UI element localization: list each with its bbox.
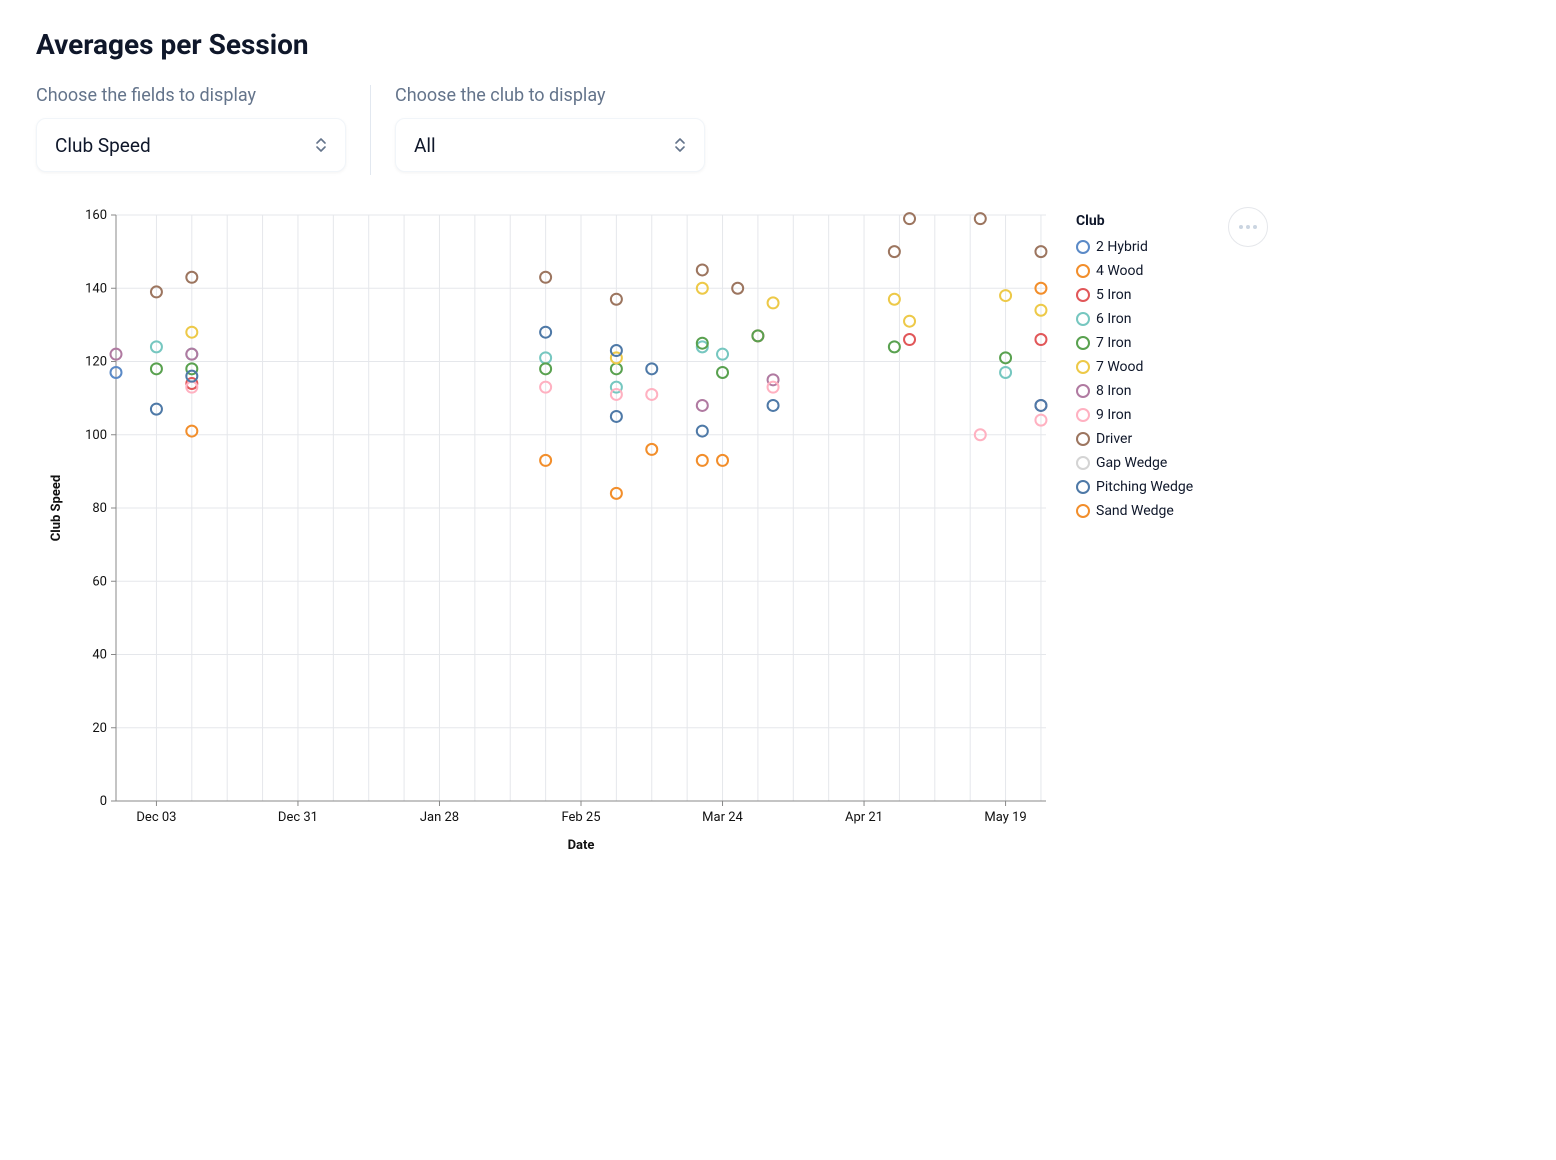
- svg-text:120: 120: [85, 355, 107, 370]
- legend-item-label: Gap Wedge: [1096, 455, 1167, 471]
- legend-swatch: [1076, 336, 1090, 350]
- svg-text:160: 160: [85, 208, 107, 223]
- legend-item-label: Sand Wedge: [1096, 503, 1174, 519]
- legend-item-label: 8 Iron: [1096, 383, 1131, 399]
- data-point: [768, 382, 779, 393]
- chart-menu-button[interactable]: [1228, 207, 1268, 247]
- svg-text:May 19: May 19: [984, 810, 1026, 825]
- svg-text:0: 0: [100, 794, 107, 809]
- data-point: [889, 294, 900, 305]
- scatter-plot: 0 20 40 60 80 100 120 140 160 Dec 03 Dec 31 Jan 28 F…: [36, 207, 1056, 857]
- legend-swatch: [1076, 264, 1090, 278]
- data-point: [768, 297, 779, 308]
- legend-swatch: [1076, 240, 1090, 254]
- plot-area: 0 20 40 60 80 100 120 140 160 Dec 03 Dec 31 Jan 28 F…: [36, 207, 1056, 857]
- legend-item[interactable]: Gap Wedge: [1076, 451, 1193, 475]
- data-point: [904, 334, 915, 345]
- data-point: [697, 455, 708, 466]
- svg-text:Feb 25: Feb 25: [561, 810, 600, 825]
- fields-control-label: Choose the fields to display: [36, 85, 346, 106]
- chevron-updown-icon: [674, 137, 686, 153]
- svg-text:100: 100: [85, 428, 107, 443]
- svg-text:Apr 21: Apr 21: [845, 810, 883, 825]
- legend-item[interactable]: 7 Wood: [1076, 355, 1193, 379]
- legend-item[interactable]: 5 Iron: [1076, 283, 1193, 307]
- data-point: [889, 341, 900, 352]
- legend-swatch: [1076, 480, 1090, 494]
- legend-item-label: 9 Iron: [1096, 407, 1131, 423]
- svg-text:Mar 24: Mar 24: [702, 810, 743, 825]
- svg-text:Jan 28: Jan 28: [420, 810, 459, 825]
- legend-item[interactable]: 6 Iron: [1076, 307, 1193, 331]
- legend-item[interactable]: 9 Iron: [1076, 403, 1193, 427]
- legend-item-label: 7 Iron: [1096, 335, 1131, 351]
- ellipsis-icon: [1239, 225, 1257, 229]
- legend-swatch: [1076, 408, 1090, 422]
- chevron-updown-icon: [315, 137, 327, 153]
- legend-swatch: [1076, 312, 1090, 326]
- legend-item[interactable]: 2 Hybrid: [1076, 235, 1193, 259]
- legend-swatch: [1076, 288, 1090, 302]
- legend-item[interactable]: Pitching Wedge: [1076, 475, 1193, 499]
- data-point: [768, 400, 779, 411]
- card: Averages per Session Choose the fields t…: [0, 0, 1276, 893]
- legend-swatch: [1076, 456, 1090, 470]
- svg-text:Dec 31: Dec 31: [278, 810, 318, 825]
- club-control-label: Choose the club to display: [395, 85, 705, 106]
- legend-item[interactable]: Sand Wedge: [1076, 499, 1193, 523]
- svg-text:40: 40: [92, 648, 107, 663]
- chart-container: 0 20 40 60 80 100 120 140 160 Dec 03 Dec 31 Jan 28 F…: [36, 207, 1248, 857]
- legend-swatch: [1076, 360, 1090, 374]
- legend-item-label: 6 Iron: [1096, 311, 1131, 327]
- svg-text:20: 20: [92, 721, 107, 736]
- svg-text:Club Speed: Club Speed: [49, 475, 64, 541]
- svg-text:140: 140: [85, 281, 107, 296]
- svg-text:60: 60: [92, 574, 107, 589]
- svg-text:Dec 03: Dec 03: [136, 810, 176, 825]
- legend-item-label: 5 Iron: [1096, 287, 1131, 303]
- legend-item-label: 4 Wood: [1096, 263, 1143, 279]
- fields-select-value: Club Speed: [55, 134, 151, 157]
- data-point: [889, 246, 900, 257]
- legend-item-label: 7 Wood: [1096, 359, 1143, 375]
- svg-text:Date: Date: [568, 838, 595, 853]
- chart: 0 20 40 60 80 100 120 140 160 Dec 03 Dec 31 Jan 28 F…: [36, 207, 1248, 857]
- legend-title: Club: [1076, 213, 1193, 229]
- data-point: [697, 400, 708, 411]
- legend-swatch: [1076, 432, 1090, 446]
- legend-swatch: [1076, 384, 1090, 398]
- legend: Club 2 Hybrid 4 Wood 5 Iron 6 Iron 7 Iron 7 W…: [1076, 207, 1193, 523]
- data-point: [697, 264, 708, 275]
- club-select-value: All: [414, 134, 436, 157]
- fields-control: Choose the fields to display Club Speed: [36, 85, 346, 172]
- controls-divider: [370, 85, 371, 175]
- club-select[interactable]: All: [395, 118, 705, 172]
- data-point: [904, 316, 915, 327]
- club-control: Choose the club to display All: [395, 85, 705, 172]
- legend-swatch: [1076, 504, 1090, 518]
- legend-item[interactable]: 4 Wood: [1076, 259, 1193, 283]
- legend-item[interactable]: Driver: [1076, 427, 1193, 451]
- legend-item-label: Pitching Wedge: [1096, 479, 1193, 495]
- controls-row: Choose the fields to display Club Speed …: [36, 85, 1248, 175]
- legend-item[interactable]: 7 Iron: [1076, 331, 1193, 355]
- legend-item-label: 2 Hybrid: [1096, 239, 1148, 255]
- legend-item-label: Driver: [1096, 431, 1132, 447]
- legend-item[interactable]: 8 Iron: [1076, 379, 1193, 403]
- fields-select[interactable]: Club Speed: [36, 118, 346, 172]
- svg-text:80: 80: [92, 501, 107, 516]
- page-title: Averages per Session: [36, 28, 1248, 61]
